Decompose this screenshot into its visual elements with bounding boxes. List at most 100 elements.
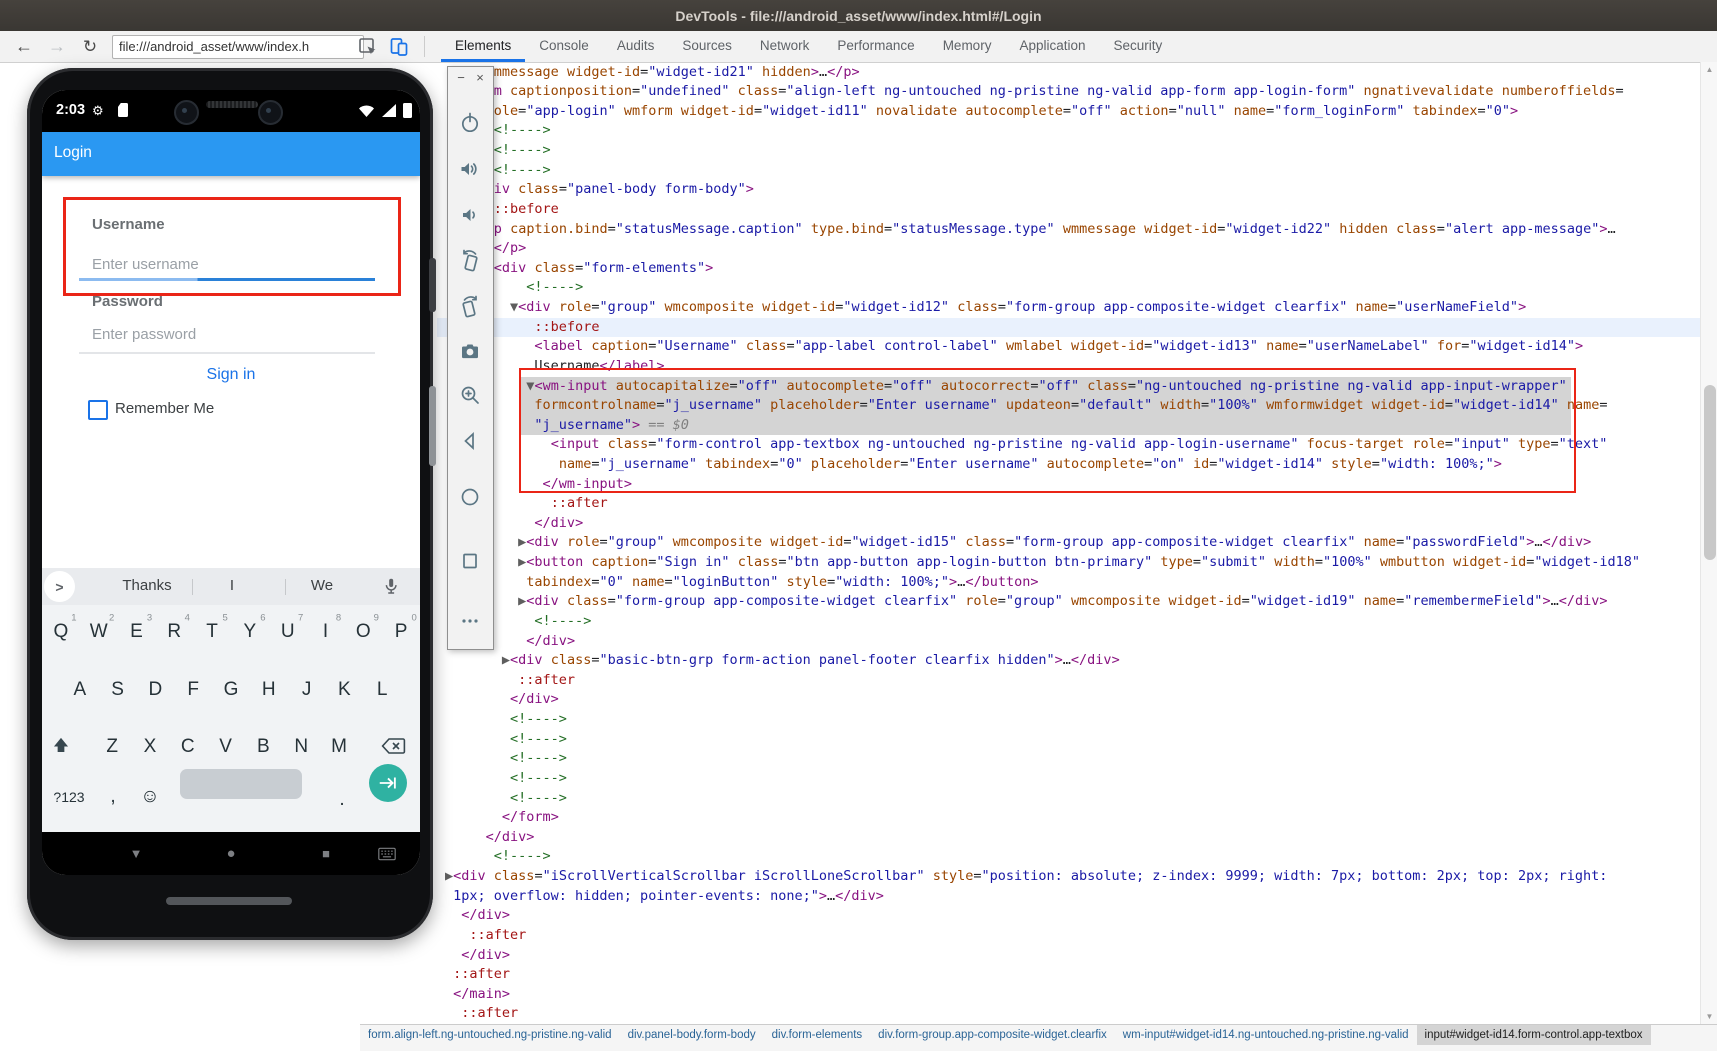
key-d[interactable]: D (149, 679, 163, 701)
code-line[interactable]: ▶<button caption="Sign in" class="btn ap… (437, 553, 1717, 573)
code-line[interactable]: ::after (437, 926, 1717, 946)
key-e[interactable]: E (130, 621, 143, 643)
suggestion-word[interactable]: I (230, 577, 234, 594)
tab-elements[interactable]: Elements (441, 31, 525, 62)
code-line[interactable]: 0" role="app-login" wmform widget-id="wi… (437, 102, 1717, 122)
code-line[interactable]: ▼<div role="group" wmcomposite widget-id… (437, 298, 1717, 318)
code-line[interactable]: </div> (437, 906, 1717, 926)
tab-sources[interactable]: Sources (668, 31, 746, 62)
code-line[interactable]: ▼<div class="panel-body form-body"> (437, 180, 1717, 200)
volume-down-icon[interactable] (458, 203, 482, 227)
tab-audits[interactable]: Audits (603, 31, 669, 62)
scroll-up-arrow[interactable]: ▲ (1701, 65, 1717, 74)
tab-network[interactable]: Network (746, 31, 824, 62)
code-line[interactable]: </p> (437, 239, 1717, 259)
code-line[interactable]: ▶<div class="iScrollVerticalScrollbar iS… (437, 867, 1708, 887)
code-line[interactable]: ▶<div class="form-group app-composite-wi… (437, 592, 1717, 612)
key-n[interactable]: N (294, 736, 308, 758)
code-line[interactable]: tabindex="0" name="loginButton" style="w… (437, 573, 1717, 593)
enter-key[interactable] (369, 764, 407, 802)
rotate-right-icon[interactable] (458, 295, 482, 319)
code-line[interactable]: <!----> (437, 278, 1717, 298)
code-line[interactable]: <!----> (437, 769, 1717, 789)
code-line[interactable]: <!----> (437, 789, 1717, 809)
code-line[interactable]: </div> (437, 632, 1717, 652)
password-input[interactable]: Enter password (92, 326, 196, 343)
breadcrumb-item[interactable]: div.form-group.app-composite-widget.clea… (870, 1025, 1115, 1045)
code-line[interactable]: <!----> (437, 161, 1717, 181)
key-sup-1[interactable]: 1 (71, 613, 76, 624)
more-icon[interactable] (458, 609, 482, 633)
mic-icon[interactable] (380, 576, 402, 598)
code-line[interactable]: ::after (437, 494, 1717, 514)
close-icon[interactable]: × (472, 70, 488, 85)
url-input[interactable]: file:///android_asset/www/index.h (112, 35, 364, 59)
key-c[interactable]: C (181, 736, 195, 758)
code-line[interactable]: ::before (437, 200, 1717, 220)
code-line[interactable]: ▶<div class="basic-btn-grp form-action p… (437, 651, 1717, 671)
tab-memory[interactable]: Memory (929, 31, 1006, 62)
key-y[interactable]: Y (244, 621, 257, 643)
key-sup-8[interactable]: 8 (336, 613, 341, 624)
nav-overview-icon[interactable]: ■ (322, 832, 330, 875)
overview-icon[interactable] (458, 549, 482, 573)
code-line[interactable]: <!----> (437, 730, 1717, 750)
key-k[interactable]: K (338, 679, 351, 701)
code-line[interactable]: </div> (437, 514, 1717, 534)
suggestion-word[interactable]: We (311, 577, 333, 594)
key-sup-0[interactable]: 0 (411, 613, 416, 624)
code-line[interactable]: ▶<div role="group" wmcomposite widget-id… (437, 533, 1717, 553)
home-icon[interactable] (458, 485, 482, 509)
key-f[interactable]: F (187, 679, 199, 701)
suggestions-expand-icon[interactable]: > (44, 571, 75, 602)
key-w[interactable]: W (90, 621, 108, 643)
tab-application[interactable]: Application (1005, 31, 1099, 62)
key-z[interactable]: Z (106, 736, 118, 758)
tab-console[interactable]: Console (525, 31, 603, 62)
key-comma[interactable]: , (110, 786, 115, 808)
code-line[interactable]: ::before (437, 318, 1717, 338)
key-p[interactable]: P (395, 621, 408, 643)
code-line[interactable]: </div> (437, 690, 1717, 710)
reload-button[interactable]: ↻ (76, 31, 104, 62)
key-t[interactable]: T (206, 621, 218, 643)
nav-keyboard-icon[interactable] (378, 832, 396, 875)
code-line[interactable]: </main> (437, 985, 1716, 1005)
inspect-element-icon[interactable] (356, 35, 380, 59)
key-emoji[interactable]: ☺ (140, 786, 159, 808)
suggestion-word[interactable]: Thanks (122, 577, 171, 594)
code-line[interactable]: ::after (437, 671, 1717, 691)
key-q[interactable]: Q (54, 621, 69, 643)
key-sup-7[interactable]: 7 (298, 613, 303, 624)
key-x[interactable]: X (144, 736, 157, 758)
signin-button[interactable]: Sign in (42, 366, 420, 384)
key-j[interactable]: J (302, 679, 312, 701)
minimize-icon[interactable]: − (453, 70, 469, 85)
key-sup-4[interactable]: 4 (185, 613, 190, 624)
scrollbar-thumb[interactable] (1704, 385, 1716, 560)
key-m[interactable]: M (331, 736, 347, 758)
key-i[interactable]: I (323, 621, 328, 643)
key-a[interactable]: A (73, 679, 86, 701)
code-line[interactable]: <form captionposition="undefined" class=… (437, 82, 1717, 102)
code-line[interactable]: <!----> (437, 612, 1717, 632)
key-s[interactable]: S (111, 679, 124, 701)
code-line[interactable]: </div> (437, 946, 1717, 966)
code-line[interactable]: <!----> (437, 121, 1717, 141)
breadcrumb-item[interactable]: form.align-left.ng-untouched.ng-pristine… (360, 1025, 620, 1045)
zoom-icon[interactable] (458, 383, 482, 407)
code-scrollbar[interactable]: ▲ ▼ (1700, 62, 1717, 1024)
key-l[interactable]: L (377, 679, 388, 701)
breadcrumb-item[interactable]: div.panel-body.form-body (620, 1025, 764, 1045)
code-line[interactable]: mmessage widget-id="widget-id21" hidden>… (437, 63, 1717, 83)
key-b[interactable]: B (257, 736, 270, 758)
key-u[interactable]: U (281, 621, 295, 643)
code-line[interactable]: </form> (437, 808, 1717, 828)
code-line[interactable]: <!----> (437, 141, 1717, 161)
rotate-left-icon[interactable] (458, 249, 482, 273)
key-v[interactable]: V (219, 736, 232, 758)
backspace-key-icon[interactable] (380, 734, 407, 758)
key-symbols[interactable]: ?123 (53, 789, 84, 805)
code-line[interactable]: <!----> (437, 710, 1717, 730)
code-line[interactable]: <!----> (437, 847, 1717, 867)
